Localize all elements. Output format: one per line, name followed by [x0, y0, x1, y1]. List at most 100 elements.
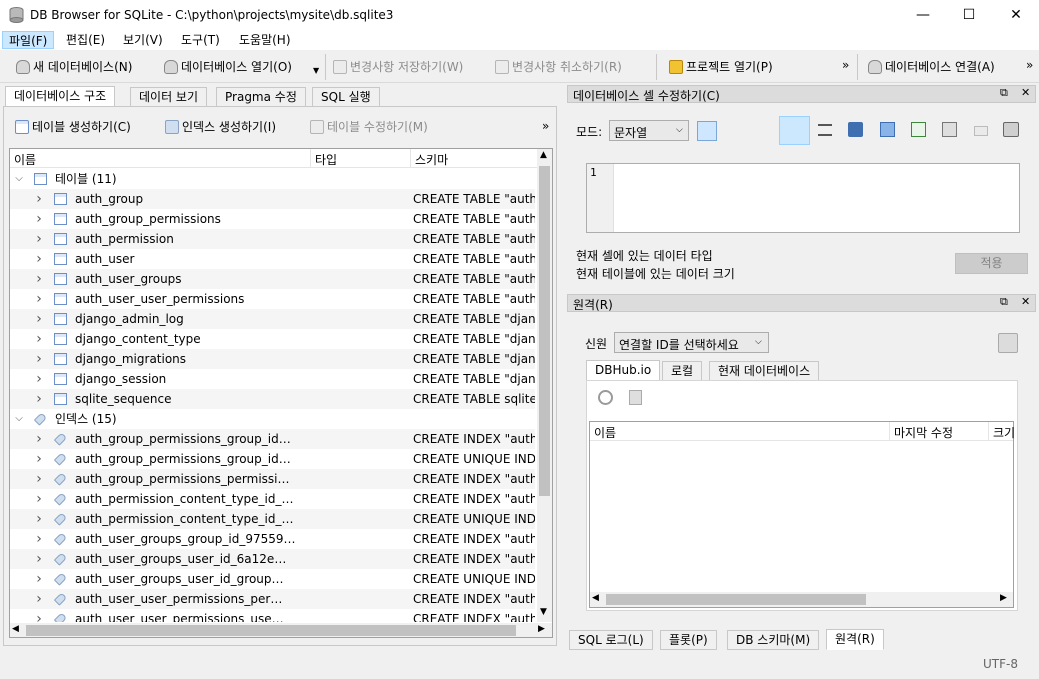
- menu-edit[interactable]: 편집(E): [60, 31, 111, 49]
- chevron-down-icon[interactable]: ⌵: [14, 169, 24, 189]
- open-database-button[interactable]: 데이터베이스 열기(O): [164, 57, 292, 77]
- tree-item-table[interactable]: › auth_user_user_permissions CREATE TABLE …: [10, 289, 535, 309]
- chevron-right-icon[interactable]: ›: [34, 289, 44, 309]
- text-mode-icon[interactable]: [779, 116, 810, 145]
- menu-help[interactable]: 도움말(H): [233, 31, 297, 49]
- close-button[interactable]: ✕: [993, 0, 1039, 30]
- refresh-icon[interactable]: [598, 390, 613, 405]
- apply-button[interactable]: 적용: [955, 253, 1028, 274]
- tree-item-index[interactable]: › auth_group_permissions_group_id… CREATE …: [10, 449, 535, 469]
- chevron-right-icon[interactable]: ›: [34, 269, 44, 289]
- tree-group-tables[interactable]: ⌵ 테이블 (11): [10, 169, 535, 189]
- tree-vertical-scrollbar[interactable]: ▲ ▼: [537, 149, 552, 622]
- chevron-right-icon[interactable]: ›: [34, 609, 44, 622]
- column-header-schema[interactable]: 스키마: [415, 151, 448, 168]
- column-header-type[interactable]: 타입: [315, 151, 337, 168]
- print-icon[interactable]: [1003, 122, 1019, 137]
- tree-item-table[interactable]: › django_admin_log CREATE TABLE "django_ad…: [10, 309, 535, 329]
- tree-item-index[interactable]: › auth_user_user_permissions_per… CREATE I…: [10, 589, 535, 609]
- tab-db-schema[interactable]: DB 스키마(M): [727, 630, 820, 650]
- identity-select[interactable]: 연결할 ID를 선택하세요 ⌵: [614, 332, 769, 353]
- export-icon[interactable]: [880, 122, 895, 137]
- tree-item-index[interactable]: › auth_user_user_permissions_use… CREATE I…: [10, 609, 535, 622]
- scroll-down-icon[interactable]: ▼: [540, 607, 547, 617]
- remote-horizontal-scrollbar[interactable]: ◀ ▶: [590, 592, 1013, 607]
- tree-item-table[interactable]: › auth_permission CREATE TABLE "auth_permi…: [10, 229, 535, 249]
- chevron-right-icon[interactable]: ›: [34, 569, 44, 589]
- revert-changes-button[interactable]: 변경사항 취소하기(R): [495, 57, 622, 77]
- tree-item-table[interactable]: › django_content_type CREATE TABLE "django…: [10, 329, 535, 349]
- tab-execute-sql[interactable]: SQL 실행: [312, 87, 380, 107]
- dock-float-icon[interactable]: ⧉: [1000, 86, 1008, 100]
- scroll-left-icon[interactable]: ◀: [12, 624, 19, 634]
- structure-toolbar-overflow-icon[interactable]: »: [542, 119, 549, 133]
- chevron-right-icon[interactable]: ›: [34, 549, 44, 569]
- toolbar-overflow-icon-2[interactable]: »: [1026, 58, 1033, 72]
- toolbar-overflow-icon[interactable]: »: [842, 58, 849, 72]
- tree-item-table[interactable]: › auth_user CREATE TABLE "auth_user": [10, 249, 535, 269]
- menu-file[interactable]: 파일(F): [2, 31, 55, 49]
- cell-editor[interactable]: 1: [586, 163, 1020, 233]
- scroll-thumb-horizontal[interactable]: [26, 625, 516, 636]
- chevron-right-icon[interactable]: ›: [34, 469, 44, 489]
- import-icon[interactable]: [848, 122, 863, 137]
- tree-item-table[interactable]: › auth_group_permissions CREATE TABLE "aut…: [10, 209, 535, 229]
- chevron-right-icon[interactable]: ›: [34, 189, 44, 209]
- scroll-up-icon[interactable]: ▲: [540, 150, 547, 160]
- set-null-icon[interactable]: [911, 122, 926, 137]
- tree-item-table[interactable]: › auth_user_groups CREATE TABLE "auth_user…: [10, 269, 535, 289]
- tab-database-structure[interactable]: 데이터베이스 구조: [5, 86, 116, 107]
- scroll-right-icon[interactable]: ▶: [1000, 593, 1007, 603]
- tree-item-index[interactable]: › auth_group_permissions_permissi… CREATE …: [10, 469, 535, 489]
- remote-column-size[interactable]: 크기: [993, 424, 1015, 441]
- dock-close-icon[interactable]: ✕: [1021, 86, 1030, 99]
- tree-item-index[interactable]: › auth_group_permissions_group_id… CREATE …: [10, 429, 535, 449]
- chevron-right-icon[interactable]: ›: [34, 449, 44, 469]
- open-project-button[interactable]: 프로젝트 열기(P): [669, 57, 773, 77]
- chevron-right-icon[interactable]: ›: [34, 349, 44, 369]
- tab-sql-log[interactable]: SQL 로그(L): [569, 630, 653, 650]
- scroll-thumb-horizontal[interactable]: [606, 594, 866, 605]
- tree-item-index[interactable]: › auth_user_groups_user_id_group… CREATE U…: [10, 569, 535, 589]
- create-table-button[interactable]: 테이블 생성하기(C): [15, 117, 131, 137]
- chevron-right-icon[interactable]: ›: [34, 209, 44, 229]
- tree-item-table[interactable]: › auth_group CREATE TABLE "auth_group": [10, 189, 535, 209]
- remote-file-list[interactable]: 이름 마지막 수정 크기 ◀ ▶: [589, 421, 1015, 608]
- tab-local[interactable]: 로컬: [662, 361, 703, 381]
- write-changes-button[interactable]: 변경사항 저장하기(W): [333, 57, 463, 77]
- tree-item-table[interactable]: › django_migrations CREATE TABLE "django_m…: [10, 349, 535, 369]
- menu-view[interactable]: 보기(V): [117, 31, 169, 49]
- chevron-right-icon[interactable]: ›: [34, 429, 44, 449]
- clear-icon[interactable]: [974, 126, 988, 136]
- chevron-right-icon[interactable]: ›: [34, 309, 44, 329]
- chevron-right-icon[interactable]: ›: [34, 229, 44, 249]
- chevron-right-icon[interactable]: ›: [34, 249, 44, 269]
- tab-browse-data[interactable]: 데이터 보기: [130, 87, 208, 107]
- new-database-button[interactable]: 새 데이터베이스(N): [16, 57, 132, 77]
- chevron-right-icon[interactable]: ›: [34, 589, 44, 609]
- remote-column-last-modified[interactable]: 마지막 수정: [894, 424, 953, 441]
- column-header-name[interactable]: 이름: [14, 151, 36, 168]
- tab-edit-pragmas[interactable]: Pragma 수정: [216, 87, 306, 107]
- chevron-right-icon[interactable]: ›: [34, 489, 44, 509]
- create-index-button[interactable]: 인덱스 생성하기(I): [165, 117, 276, 137]
- chevron-down-icon[interactable]: ⌵: [14, 409, 24, 429]
- dock-close-icon[interactable]: ✕: [1021, 295, 1030, 308]
- tree-item-index[interactable]: › auth_user_groups_user_id_6a12e… CREATE I…: [10, 549, 535, 569]
- tree-item-index[interactable]: › auth_permission_content_type_id_… CREATE…: [10, 509, 535, 529]
- mode-select[interactable]: 문자열 ⌵: [609, 120, 689, 141]
- open-external-icon[interactable]: [942, 122, 957, 137]
- tree-item-table[interactable]: › sqlite_sequence CREATE TABLE sqlite_sequ…: [10, 389, 535, 409]
- maximize-button[interactable]: ☐: [946, 0, 992, 30]
- tree-horizontal-scrollbar[interactable]: ◀ ▶: [10, 623, 552, 637]
- clone-database-icon[interactable]: [629, 390, 642, 405]
- word-wrap-icon[interactable]: [818, 124, 832, 136]
- tab-dbhub[interactable]: DBHub.io: [586, 360, 661, 381]
- scroll-left-icon[interactable]: ◀: [592, 593, 599, 603]
- tree-group-indexes[interactable]: ⌵ 인덱스 (15): [10, 409, 535, 429]
- open-database-dropdown-icon[interactable]: ▼: [313, 66, 319, 75]
- auto-switch-mode-icon[interactable]: [697, 121, 717, 141]
- chevron-right-icon[interactable]: ›: [34, 329, 44, 349]
- tab-remote[interactable]: 원격(R): [826, 629, 884, 650]
- minimize-button[interactable]: —: [900, 0, 946, 30]
